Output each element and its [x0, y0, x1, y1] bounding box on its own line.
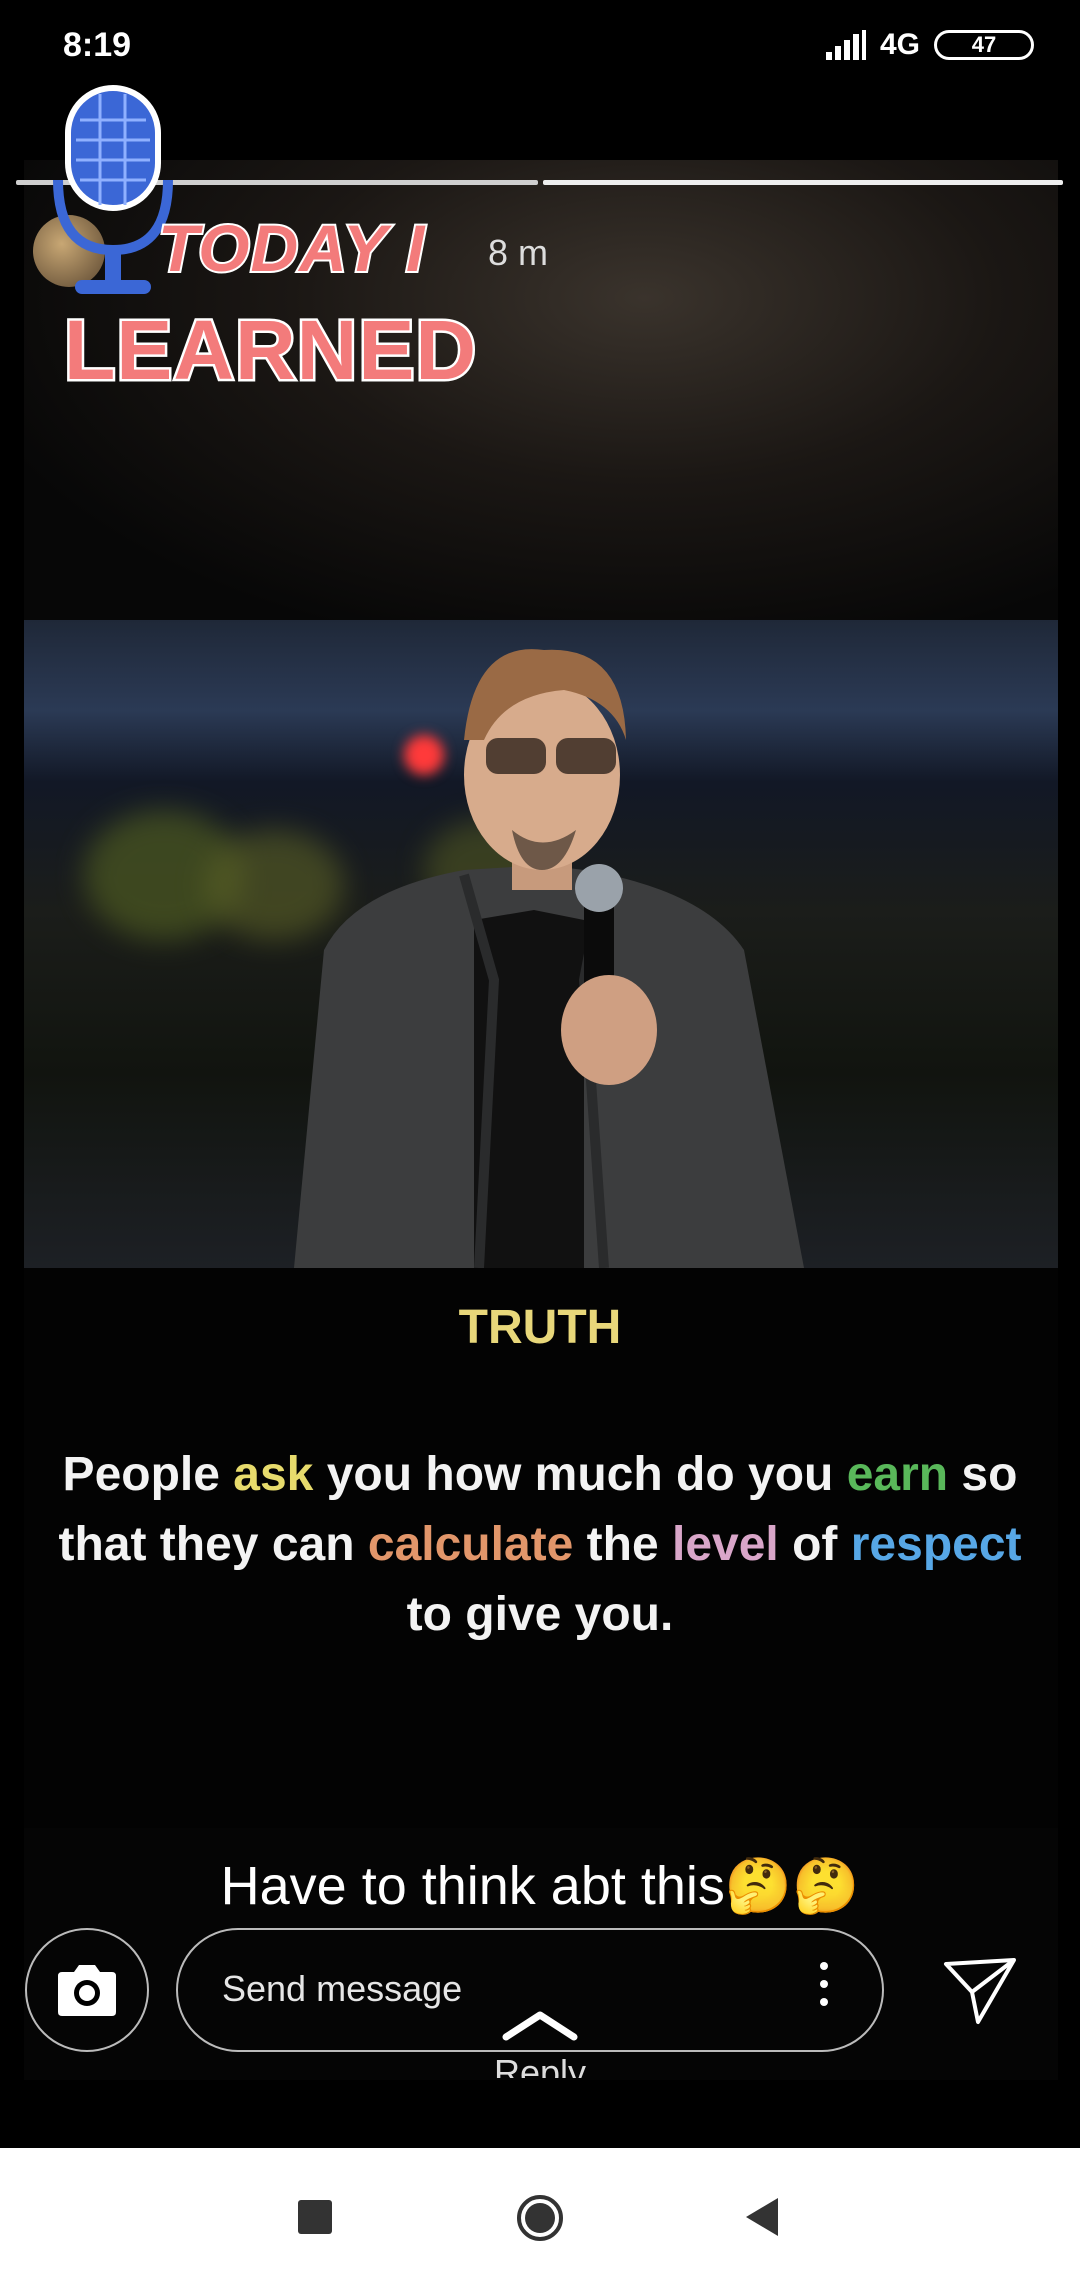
network-type: 4G — [879, 28, 920, 61]
back-icon[interactable] — [742, 2196, 782, 2238]
quote-highlight-earn: earn — [846, 1448, 949, 1501]
quote-highlight-respect: respect — [850, 1518, 1022, 1571]
speaker-figure — [294, 649, 804, 1268]
status-time: 8:19 — [63, 26, 132, 64]
camera-icon — [58, 1965, 116, 2016]
post-quote: People ask you how much do you earn so t… — [40, 1440, 1040, 1650]
today-i-learned-sticker: TODAY I LEARNED — [50, 80, 490, 400]
quote-highlight-calculate: calculate — [367, 1518, 574, 1571]
story-caption: Have to think abt this🤔🤔 — [220, 1856, 860, 1916]
battery-level: 47 — [971, 32, 997, 57]
quote-part: the — [573, 1518, 672, 1571]
system-nav-bar — [0, 2148, 1080, 2280]
story-photo — [24, 620, 1058, 1268]
story-time-ago: 8 m — [488, 232, 549, 273]
more-vertical-icon[interactable] — [820, 1962, 828, 2016]
recent-apps-icon[interactable] — [298, 2200, 332, 2234]
camera-button[interactable] — [25, 1928, 149, 2052]
quote-part: to give you. — [406, 1588, 674, 1641]
sticker-line-2: LEARNED — [61, 301, 478, 400]
quote-part: of — [778, 1518, 851, 1571]
chevron-up-icon[interactable] — [500, 2005, 580, 2045]
reply-label[interactable]: Reply — [0, 2052, 1080, 2078]
home-icon[interactable] — [516, 2194, 564, 2242]
story-progress-bar — [543, 180, 1063, 185]
battery-icon: 47 — [934, 30, 1034, 60]
quote-highlight-ask: ask — [233, 1448, 314, 1501]
post-title: TRUTH — [458, 1301, 622, 1354]
quote-part: People — [62, 1448, 234, 1501]
send-icon[interactable] — [940, 1950, 1020, 2030]
send-message-placeholder: Send message — [222, 1968, 463, 2009]
quote-part: you how much do you — [313, 1448, 847, 1501]
sticker-line-1: TODAY I — [156, 209, 426, 287]
quote-highlight-level: level — [672, 1518, 779, 1571]
status-icons: 4G 47 — [825, 28, 1034, 62]
signal-icon — [825, 30, 866, 60]
